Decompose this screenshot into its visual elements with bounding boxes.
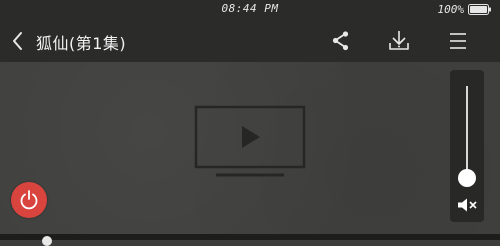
- chevron-left-icon: [13, 32, 22, 50]
- battery-indicator: 100%: [438, 3, 493, 16]
- download-button[interactable]: [387, 29, 411, 53]
- video-title: 狐仙(第1集): [36, 34, 127, 53]
- speaker-mute-icon: [458, 198, 477, 212]
- share-icon: [332, 31, 349, 51]
- volume-slider-thumb[interactable]: [458, 169, 476, 187]
- volume-panel: [450, 70, 484, 222]
- video-area[interactable]: [0, 62, 500, 234]
- tv-play-icon: [194, 105, 306, 177]
- power-button[interactable]: [11, 182, 47, 218]
- title-bar: 狐仙(第1集): [0, 19, 500, 62]
- video-player-screen: 08:44 PM 100% 狐仙(第1集): [0, 0, 500, 246]
- download-icon: [389, 31, 409, 50]
- progress-thumb[interactable]: [42, 236, 52, 246]
- progress-bar[interactable]: [0, 234, 500, 240]
- status-time: 08:44 PM: [221, 2, 279, 15]
- back-button[interactable]: [8, 29, 28, 53]
- menu-icon: [450, 33, 466, 49]
- battery-icon: [468, 4, 491, 15]
- power-icon: [20, 190, 38, 210]
- mute-button[interactable]: [457, 197, 477, 213]
- volume-slider-track[interactable]: [466, 86, 468, 178]
- battery-percent: 100%: [437, 3, 465, 16]
- share-button[interactable]: [329, 29, 353, 53]
- status-bar: 08:44 PM 100%: [0, 0, 500, 19]
- menu-button[interactable]: [446, 29, 470, 53]
